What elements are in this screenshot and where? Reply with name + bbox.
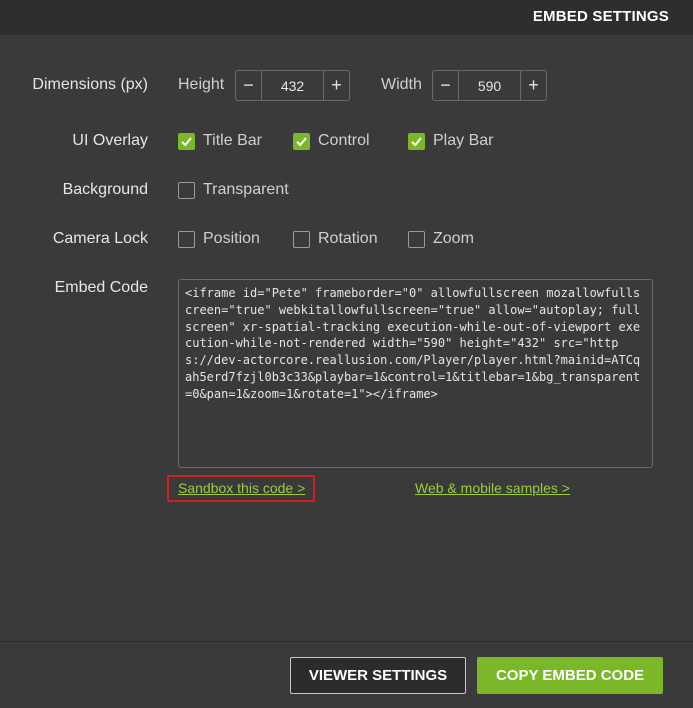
transparent-label: Transparent xyxy=(203,181,289,198)
embed-code-label: Embed Code xyxy=(54,279,148,296)
width-stepper: − 590 + xyxy=(432,70,547,101)
play-bar-label: Play Bar xyxy=(433,132,494,149)
width-decrement-button[interactable]: − xyxy=(433,71,458,100)
title-bar-label: Title Bar xyxy=(203,132,262,149)
control-label: Control xyxy=(318,132,370,149)
header-title: EMBED SETTINGS xyxy=(532,8,669,25)
viewer-settings-button[interactable]: VIEWER SETTINGS xyxy=(290,657,466,694)
background-label: Background xyxy=(62,181,148,198)
checkbox-empty-icon xyxy=(178,230,195,248)
position-label: Position xyxy=(203,230,260,247)
position-checkbox[interactable]: Position xyxy=(178,230,260,248)
embed-code-textarea[interactable]: <iframe id="Pete" frameborder="0" allowf… xyxy=(178,279,653,468)
web-mobile-samples-link[interactable]: Web & mobile samples > xyxy=(415,480,570,496)
copy-embed-code-button[interactable]: COPY EMBED CODE xyxy=(477,657,663,694)
zoom-label: Zoom xyxy=(433,230,474,247)
rotation-label: Rotation xyxy=(318,230,378,247)
header-bar: EMBED SETTINGS xyxy=(0,0,693,35)
checkbox-empty-icon xyxy=(293,230,310,248)
checkbox-empty-icon xyxy=(408,230,425,248)
height-label: Height xyxy=(178,76,225,93)
checkmark-icon xyxy=(293,132,310,150)
ui-overlay-label: UI Overlay xyxy=(72,132,148,149)
title-bar-checkbox[interactable]: Title Bar xyxy=(178,132,262,150)
width-input[interactable]: 590 xyxy=(458,71,521,100)
play-bar-checkbox[interactable]: Play Bar xyxy=(408,132,493,150)
checkmark-icon xyxy=(408,132,425,150)
transparent-checkbox[interactable]: Transparent xyxy=(178,181,289,199)
checkbox-empty-icon xyxy=(178,181,195,199)
footer-divider xyxy=(0,641,693,642)
checkmark-icon xyxy=(178,132,195,150)
camera-lock-label: Camera Lock xyxy=(52,230,148,247)
height-decrement-button[interactable]: − xyxy=(236,71,261,100)
height-stepper: − 432 + xyxy=(235,70,350,101)
control-checkbox[interactable]: Control xyxy=(293,132,370,150)
height-increment-button[interactable]: + xyxy=(324,71,349,100)
dimensions-label: Dimensions (px) xyxy=(32,76,148,93)
rotation-checkbox[interactable]: Rotation xyxy=(293,230,378,248)
height-input[interactable]: 432 xyxy=(261,71,324,100)
width-increment-button[interactable]: + xyxy=(521,71,546,100)
width-label: Width xyxy=(381,76,422,93)
zoom-checkbox[interactable]: Zoom xyxy=(408,230,474,248)
sandbox-link[interactable]: Sandbox this code > xyxy=(178,480,305,496)
